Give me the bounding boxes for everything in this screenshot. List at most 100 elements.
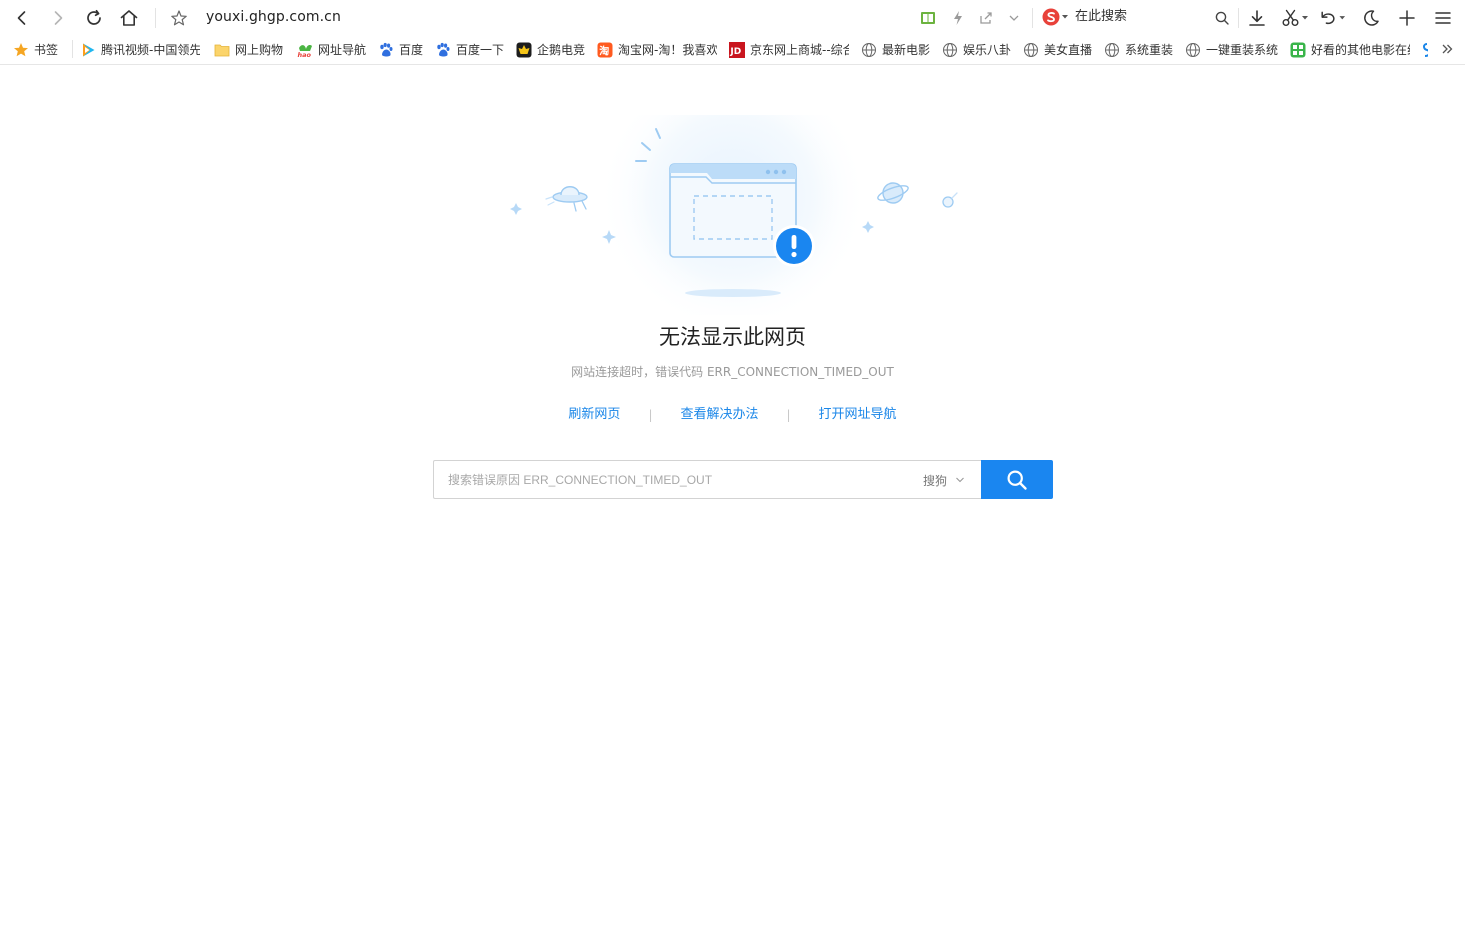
bookmark-star-button[interactable]: [165, 4, 193, 32]
globe-icon: [1185, 42, 1201, 58]
chevron-down-icon: [956, 477, 964, 483]
hamburger-menu-icon: [1435, 12, 1451, 24]
undo-icon: [1321, 11, 1346, 25]
bookmark-overflow-partial[interactable]: [1418, 41, 1428, 59]
bookmark-label: 最新电影: [882, 43, 931, 57]
penguin-esports-icon: [516, 42, 532, 58]
search-icon: [1215, 11, 1229, 25]
globe-icon: [942, 42, 958, 58]
moon-icon: [1364, 10, 1379, 26]
forward-button[interactable]: [44, 4, 72, 32]
new-tab-button[interactable]: [1393, 4, 1421, 32]
lightning-icon: [954, 11, 962, 25]
star-outline-icon: [171, 10, 187, 26]
chevron-right-icon: [54, 11, 63, 25]
double-chevron-right-icon: [1442, 44, 1453, 54]
home-button[interactable]: [115, 4, 143, 32]
bookmark-label: 京东网上商城--综合: [750, 43, 849, 57]
error-actions: 刷新网页 | 查看解决办法 | 打开网址导航: [0, 406, 1465, 424]
address-bar-url[interactable]: youxi.ghgp.com.cn: [206, 8, 341, 26]
baidu-paw-icon: [435, 42, 451, 58]
jd-icon: JD: [729, 42, 745, 58]
partial-bookmark-icon: [1418, 42, 1428, 58]
bookmark-baidu[interactable]: 百度: [378, 41, 423, 59]
reading-mode-button[interactable]: [914, 4, 942, 32]
bookmark-entertainment[interactable]: 娱乐八卦: [942, 41, 1011, 59]
bookmark-one-click-reinstall[interactable]: 一键重装系统: [1185, 41, 1278, 59]
error-title: 无法显示此网页: [659, 325, 806, 349]
bookmark-baidu-search[interactable]: 百度一下: [435, 41, 504, 59]
bookmark-label: 好看的其他电影在线: [1311, 43, 1410, 57]
bookmark-label: 企鹅电竞: [537, 43, 586, 57]
bookmark-label: 网址导航: [318, 43, 367, 57]
chevron-left-icon: [17, 11, 26, 25]
home-icon: [120, 10, 138, 26]
back-button[interactable]: [8, 4, 36, 32]
bookmarks-more-button[interactable]: [1438, 42, 1456, 58]
bookmark-other-movies[interactable]: 好看的其他电影在线: [1290, 41, 1410, 59]
browser-toolbar: youxi.ghgp.com.cn 在此搜索: [0, 0, 1465, 35]
globe-icon: [1023, 42, 1039, 58]
search-engine-dropdown[interactable]: 搜狗: [923, 472, 965, 488]
search-engine-label: 搜狗: [923, 473, 948, 488]
toolbar-divider: [1238, 8, 1239, 28]
toolbar-search-input[interactable]: 在此搜索: [1075, 9, 1127, 25]
plus-icon: [1399, 10, 1415, 26]
bookmark-label: 网上购物: [235, 43, 284, 57]
undo-close-tab-button[interactable]: [1318, 4, 1346, 32]
green-grid-icon: [1290, 42, 1306, 58]
error-description: 网站连接超时，错误代码 ERR_CONNECTION_TIMED_OUT: [571, 365, 894, 379]
main-menu-button[interactable]: [1429, 4, 1457, 32]
ufo-icon: [545, 186, 588, 212]
error-search-button[interactable]: [981, 460, 1053, 499]
refresh-page-link[interactable]: 刷新网页: [568, 406, 620, 424]
planet-icon: [877, 182, 909, 204]
bookmark-tencent-video[interactable]: 腾讯视频-中国领先: [80, 41, 200, 59]
speed-mode-button[interactable]: [944, 4, 972, 32]
globe-icon: [861, 42, 877, 58]
link-divider: |: [786, 408, 791, 422]
share-icon: [980, 12, 992, 24]
download-button[interactable]: [1243, 4, 1271, 32]
bookmark-penguin-esports[interactable]: 企鹅电竞: [516, 41, 585, 59]
share-button[interactable]: [972, 4, 1000, 32]
bookmark-label: 一键重装系统: [1206, 43, 1279, 57]
hao-icon: hao: [297, 42, 313, 58]
scissors-icon: [1282, 9, 1308, 26]
tencent-video-icon: [80, 42, 96, 58]
bookmark-label: 腾讯视频-中国领先: [101, 43, 200, 57]
more-address-options-button[interactable]: [1000, 4, 1028, 32]
bookmark-folder-shopping[interactable]: 网上购物: [214, 41, 283, 59]
taobao-icon: 淘: [597, 42, 613, 58]
bookmark-live-stream[interactable]: 美女直播: [1023, 41, 1092, 59]
bookmark-latest-movies[interactable]: 最新电影: [861, 41, 930, 59]
bookmark-jd[interactable]: JD 京东网上商城--综合: [729, 41, 849, 59]
toolbar-divider: [155, 8, 156, 28]
bookmark-label: 娱乐八卦: [963, 43, 1012, 57]
link-divider: |: [648, 408, 653, 422]
book-icon: [921, 12, 935, 24]
bookmark-system-reinstall[interactable]: 系统重装: [1104, 41, 1173, 59]
search-engine-selector[interactable]: [1042, 7, 1068, 27]
error-search-box: 搜狗: [433, 460, 1053, 499]
svg-text:JD: JD: [729, 47, 741, 57]
reload-button[interactable]: [80, 4, 108, 32]
night-mode-button[interactable]: [1357, 4, 1385, 32]
toolbar-search-button[interactable]: [1208, 4, 1236, 32]
comet-icon: [942, 192, 958, 208]
bookmark-folder-bookmarks[interactable]: 书签: [13, 41, 58, 59]
screenshot-button[interactable]: [1280, 4, 1308, 32]
bookmark-taobao[interactable]: 淘 淘宝网-淘！我喜欢: [597, 41, 717, 59]
open-navigation-link[interactable]: 打开网址导航: [819, 406, 897, 424]
bookmark-label: 百度一下: [456, 43, 505, 57]
svg-text:hao: hao: [298, 51, 312, 58]
bookmark-hao-navigation[interactable]: hao 网址导航: [297, 41, 367, 59]
error-search-input[interactable]: [433, 460, 981, 499]
error-illustration: [510, 115, 958, 315]
bookmark-label: 美女直播: [1044, 43, 1093, 57]
baidu-paw-icon: [378, 42, 394, 58]
exclamation-alert-icon: [773, 225, 815, 267]
view-solution-link[interactable]: 查看解决办法: [680, 406, 758, 424]
bookmark-label: 淘宝网-淘！我喜欢: [618, 43, 717, 57]
reload-icon: [87, 9, 101, 25]
